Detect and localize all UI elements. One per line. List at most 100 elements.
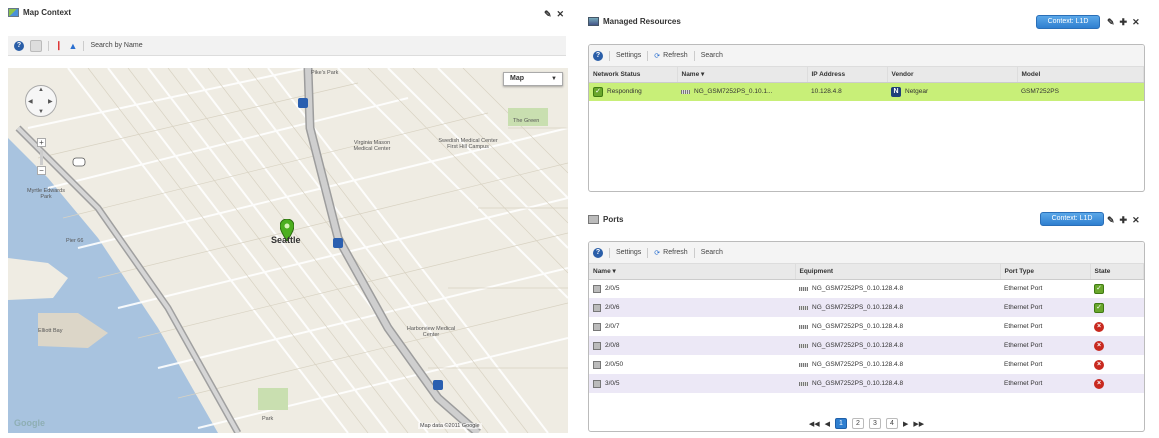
page-button[interactable]: 4 bbox=[886, 418, 898, 429]
zoom-out-button[interactable]: − bbox=[37, 166, 46, 175]
column-header[interactable]: Network Status bbox=[589, 67, 678, 83]
table-header: Name ▾ Equipment Port Type State bbox=[589, 264, 1144, 280]
arrow-right-icon[interactable]: ▶ bbox=[48, 98, 53, 105]
map-icon bbox=[8, 8, 19, 17]
table-row[interactable]: 2/0/6 NG_GSM7252PS_0.10.128.4.8 Ethernet… bbox=[589, 298, 1144, 317]
map-panel-controls: ✎ ✕ bbox=[544, 9, 564, 19]
port-icon bbox=[593, 341, 601, 350]
netgear-icon: N bbox=[891, 86, 901, 97]
maximize-icon[interactable]: ✚ bbox=[1120, 17, 1128, 27]
ports-grid: ? Settings ⟳ Refresh Search Name ▾ Equipm… bbox=[588, 241, 1145, 432]
map-pin-icon[interactable]: ❙ bbox=[55, 40, 63, 51]
managed-resources-title: Managed Resources bbox=[588, 17, 681, 26]
maximize-icon[interactable]: ✚ bbox=[1120, 215, 1128, 225]
map-label-pier: Pier 66 bbox=[66, 238, 84, 244]
switch-icon bbox=[799, 286, 808, 291]
error-icon: × bbox=[1094, 340, 1104, 351]
table-header: Network Status Name ▾ IP Address Vendor … bbox=[589, 67, 1144, 83]
refresh-icon: ⟳ bbox=[654, 52, 661, 60]
search-by-name-button[interactable]: Search by Name bbox=[90, 42, 142, 49]
refresh-button[interactable]: ⟳ Refresh bbox=[654, 52, 687, 60]
switch-icon bbox=[799, 305, 808, 310]
arrow-left-icon[interactable]: ◀ bbox=[28, 98, 33, 105]
table-row[interactable]: 2/0/7 NG_GSM7252PS_0.10.128.4.8 Ethernet… bbox=[589, 317, 1144, 336]
close-icon[interactable]: ✕ bbox=[557, 9, 565, 19]
managed-context-button[interactable]: Context: L1D bbox=[1036, 15, 1100, 29]
table-row[interactable]: ✓ Responding NG_GSM7252PS_0.10.1... 10.12… bbox=[589, 82, 1144, 101]
help-icon[interactable]: ? bbox=[593, 247, 603, 258]
map-city-label: Seattle bbox=[271, 235, 301, 245]
ports-table: Name ▾ Equipment Port Type State 2/0/5 N… bbox=[589, 264, 1144, 393]
refresh-button[interactable]: ⟳ Refresh bbox=[654, 249, 687, 257]
port-icon bbox=[593, 379, 601, 388]
zoom-in-button[interactable]: + bbox=[37, 138, 46, 147]
map-view[interactable]: Pike's Park The Green Virginia Mason Med… bbox=[8, 68, 568, 433]
port-icon bbox=[593, 322, 601, 331]
ports-toolbar: ? Settings ⟳ Refresh Search bbox=[589, 242, 1144, 264]
zoom-slider[interactable] bbox=[40, 150, 43, 165]
switch-icon bbox=[799, 381, 808, 386]
check-icon: ✓ bbox=[593, 86, 603, 97]
refresh-icon: ⟳ bbox=[654, 249, 661, 257]
column-header[interactable]: Port Type bbox=[1000, 264, 1091, 280]
map-panel-title: Map Context bbox=[8, 8, 71, 17]
column-header[interactable]: Name ▾ bbox=[589, 264, 796, 280]
ports-icon bbox=[588, 215, 599, 224]
resources-icon bbox=[588, 17, 599, 26]
check-icon: ✓ bbox=[1094, 283, 1104, 294]
managed-resources-grid: ? Settings ⟳ Refresh Search Network Statu… bbox=[588, 44, 1145, 192]
ports-title: Ports bbox=[588, 215, 623, 224]
pin-icon[interactable]: ✎ bbox=[1107, 17, 1115, 27]
pin-icon[interactable]: ✎ bbox=[1107, 215, 1115, 225]
ports-panel-controls: ✎ ✚ ✕ bbox=[1107, 215, 1140, 225]
column-header[interactable]: State bbox=[1090, 264, 1144, 280]
table-row[interactable]: 2/0/5 NG_GSM7252PS_0.10.128.4.8 Ethernet… bbox=[589, 279, 1144, 298]
column-header[interactable]: IP Address bbox=[807, 67, 888, 83]
error-icon: × bbox=[1094, 378, 1104, 389]
arrow-up-icon[interactable]: ▲ bbox=[38, 87, 44, 93]
table-row[interactable]: 2/0/8 NG_GSM7252PS_0.10.128.4.8 Ethernet… bbox=[589, 336, 1144, 355]
close-icon[interactable]: ✕ bbox=[1132, 17, 1140, 27]
settings-button[interactable]: Settings bbox=[616, 52, 641, 59]
help-icon[interactable]: ? bbox=[593, 50, 603, 61]
map-label-park-south: Park bbox=[262, 416, 274, 422]
wrench-icon[interactable] bbox=[30, 39, 42, 52]
port-icon bbox=[593, 303, 601, 312]
chevron-down-icon: ▼ bbox=[551, 76, 557, 82]
map-label-myrtle: Myrtle Edwards Park bbox=[27, 188, 65, 200]
switch-icon bbox=[799, 362, 808, 367]
google-logo: Google bbox=[14, 418, 45, 428]
column-header[interactable]: Name ▾ bbox=[677, 67, 808, 83]
column-header[interactable]: Model bbox=[1017, 67, 1144, 83]
page-button[interactable]: 3 bbox=[869, 418, 881, 429]
switch-icon bbox=[799, 343, 808, 348]
pin-icon[interactable]: ✎ bbox=[544, 9, 552, 19]
arrow-down-icon[interactable]: ▼ bbox=[38, 109, 44, 115]
page-button[interactable]: 1 bbox=[835, 418, 847, 429]
ports-context-button[interactable]: Context: L1D bbox=[1040, 212, 1104, 226]
table-row[interactable]: 3/0/5 NG_GSM7252PS_0.10.128.4.8 Ethernet… bbox=[589, 374, 1144, 393]
close-icon[interactable]: ✕ bbox=[1132, 215, 1140, 225]
settings-button[interactable]: Settings bbox=[616, 249, 641, 256]
map-label-virginia-mason: Virginia Mason Medical Center bbox=[353, 140, 391, 152]
map-label-swedish: Swedish Medical Center First Hill Campus bbox=[438, 138, 498, 150]
column-header[interactable]: Equipment bbox=[795, 264, 1001, 280]
page-button[interactable]: 2 bbox=[852, 418, 864, 429]
locate-icon[interactable]: ▲ bbox=[69, 41, 78, 51]
first-page-button[interactable]: ◀◀ bbox=[809, 420, 820, 428]
port-icon bbox=[593, 360, 601, 369]
column-header[interactable]: Vendor bbox=[887, 67, 1018, 83]
table-row[interactable]: 2/0/50 NG_GSM7252PS_0.10.128.4.8 Etherne… bbox=[589, 355, 1144, 374]
switch-icon bbox=[799, 324, 808, 329]
search-button[interactable]: Search bbox=[701, 249, 723, 256]
managed-panel-controls: ✎ ✚ ✕ bbox=[1107, 17, 1140, 27]
map-copyright: Map data ©2011 Google bbox=[418, 423, 482, 429]
last-page-button[interactable]: ▶▶ bbox=[913, 420, 924, 428]
map-type-select[interactable]: Map ▼ bbox=[503, 72, 563, 86]
next-page-button[interactable]: ▶ bbox=[903, 420, 908, 428]
pan-control[interactable]: ▲ ▼ ◀ ▶ bbox=[25, 85, 57, 117]
switch-icon bbox=[681, 89, 690, 94]
help-icon[interactable]: ? bbox=[14, 40, 24, 51]
search-button[interactable]: Search bbox=[701, 52, 723, 59]
prev-page-button[interactable]: ◀ bbox=[825, 420, 830, 428]
